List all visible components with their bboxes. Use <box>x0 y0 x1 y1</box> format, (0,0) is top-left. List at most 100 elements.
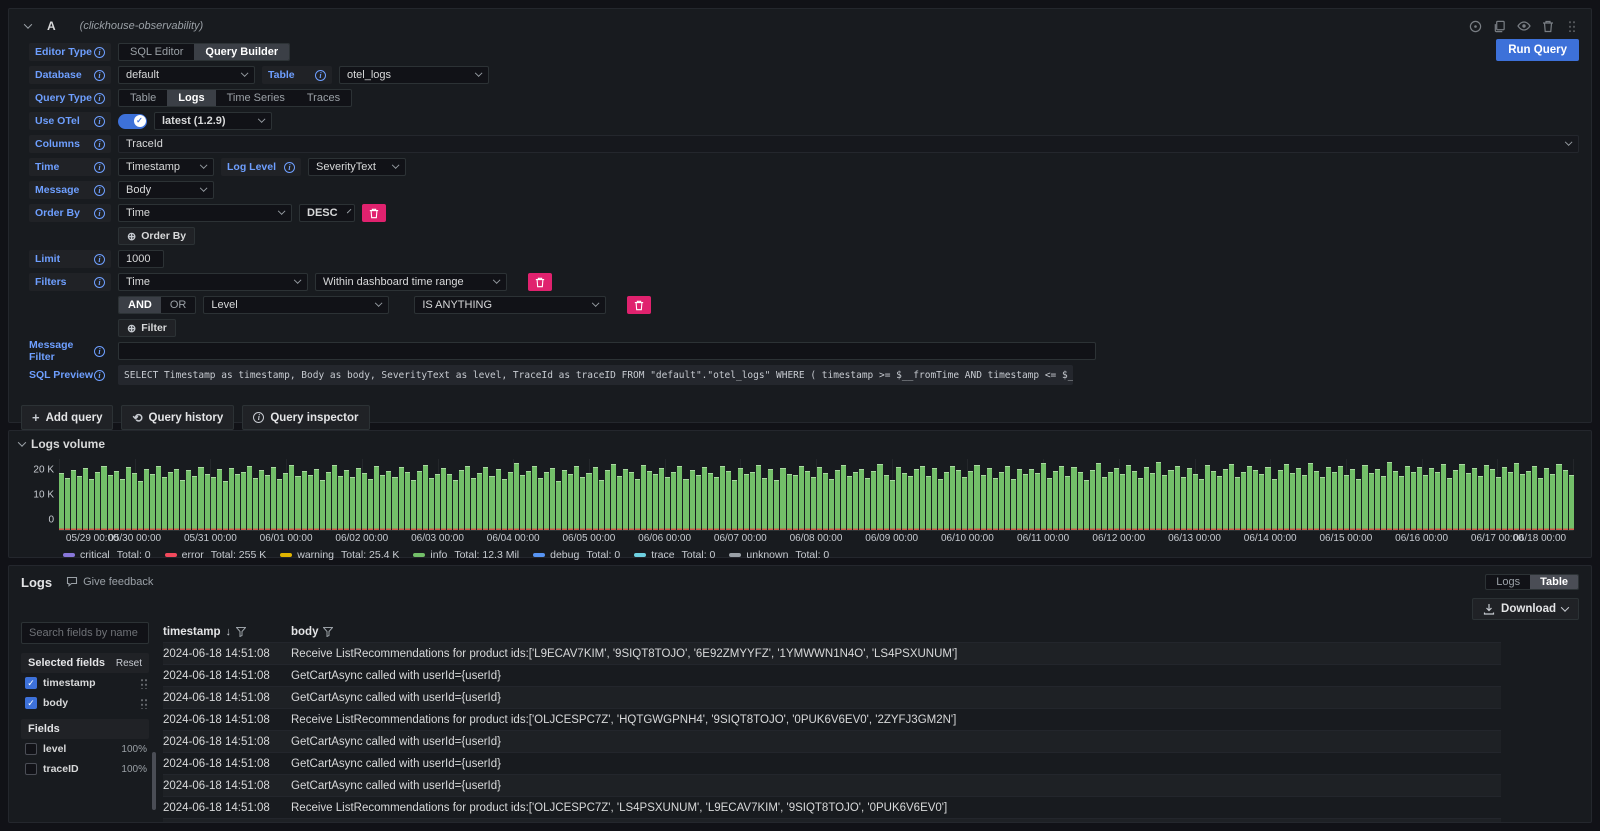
give-feedback-link[interactable]: Give feedback <box>66 576 153 588</box>
sort-desc-icon[interactable]: ↓ <box>226 626 232 638</box>
drag-handle-icon[interactable] <box>140 698 147 709</box>
view-logs-option[interactable]: Logs <box>1486 575 1530 589</box>
legend-item-debug[interactable]: debugTotal: 0 <box>533 549 620 561</box>
table-row[interactable]: 2024-06-18 14:51:08GetCartAsync called w… <box>163 686 1501 708</box>
x-axis-tick: 06/14 00:00 <box>1244 533 1297 544</box>
info-icon[interactable]: i <box>94 185 105 196</box>
table-row[interactable]: 2024-06-18 14:51:08GetCartAsync called w… <box>163 730 1501 752</box>
volume-bar <box>902 473 907 530</box>
info-icon[interactable]: i <box>94 47 105 58</box>
query-type-table-option[interactable]: Table <box>119 90 167 106</box>
field-name[interactable]: timestamp <box>43 677 96 689</box>
remove-filter1-button[interactable] <box>528 273 552 291</box>
legend-item-trace[interactable]: traceTotal: 0 <box>634 549 715 561</box>
checkbox-checked[interactable]: ✓ <box>25 697 37 709</box>
legend-item-info[interactable]: infoTotal: 12.3 Mil <box>413 549 519 561</box>
add-query-button[interactable]: + Add query <box>21 405 113 430</box>
field-name[interactable]: body <box>43 697 68 709</box>
legend-item-warning[interactable]: warningTotal: 25.4 K <box>280 549 399 561</box>
legend-item-critical[interactable]: criticalTotal: 0 <box>63 549 151 561</box>
or-option[interactable]: OR <box>161 297 196 313</box>
legend-item-unknown[interactable]: unknownTotal: 0 <box>729 549 829 561</box>
view-table-option[interactable]: Table <box>1530 575 1578 589</box>
logs-volume-header[interactable]: Logs volume <box>19 435 1581 453</box>
volume-bar <box>168 472 173 530</box>
copy-icon[interactable] <box>1492 19 1507 34</box>
filter1-operator-select[interactable]: Within dashboard time range <box>315 273 507 291</box>
query-type-traces-option[interactable]: Traces <box>296 90 351 106</box>
filter1-field-select[interactable]: Time <box>118 273 308 291</box>
info-icon[interactable]: i <box>94 370 105 381</box>
use-otel-toggle[interactable]: ✓ <box>118 114 147 129</box>
otel-version-select[interactable]: latest (1.2.9) <box>154 112 272 130</box>
table-row[interactable]: 2024-06-18 14:51:08Receive ListRecommend… <box>163 796 1501 818</box>
query-row-header[interactable]: A (clickhouse-observability) <box>21 15 1579 37</box>
checkbox-checked[interactable]: ✓ <box>25 677 37 689</box>
remove-filter2-button[interactable] <box>627 296 651 314</box>
info-circle-icon[interactable] <box>1468 19 1483 34</box>
eye-icon[interactable] <box>1516 19 1531 34</box>
table-row[interactable]: 2024-06-18 14:51:08GetCartAsync called w… <box>163 664 1501 686</box>
search-fields-input[interactable] <box>21 622 149 644</box>
query-builder-option[interactable]: Query Builder <box>194 44 289 60</box>
filter2-field-select[interactable]: Level <box>203 296 389 314</box>
table-row[interactable]: 2024-06-18 14:51:08Receive ListRecommend… <box>163 642 1501 664</box>
query-inspector-button[interactable]: i Query inspector <box>242 405 369 430</box>
logs-volume-chart[interactable]: 0 10 K 20 K <box>59 459 1573 531</box>
add-order-by-button[interactable]: ⊕ Order By <box>118 227 195 245</box>
table-row[interactable]: 2024-06-18 14:51:08GetCartAsync called w… <box>163 774 1501 796</box>
limit-input[interactable] <box>118 250 164 268</box>
info-icon[interactable]: i <box>94 139 105 150</box>
download-button[interactable]: Download <box>1472 598 1579 620</box>
info-icon[interactable]: i <box>94 93 105 104</box>
info-icon[interactable]: i <box>284 162 295 173</box>
and-option[interactable]: AND <box>119 297 161 313</box>
trash-icon[interactable] <box>1540 19 1555 34</box>
filter2-operator-select[interactable]: IS ANYTHING <box>414 296 606 314</box>
query-history-button[interactable]: ⟲ Query history <box>121 405 234 430</box>
info-icon[interactable]: i <box>94 162 105 173</box>
add-filter-button[interactable]: ⊕ Filter <box>118 319 176 337</box>
table-row[interactable]: 2024-06-18 14:51:08GetCartAsync called w… <box>163 752 1501 774</box>
drag-handle-icon[interactable] <box>1564 19 1579 34</box>
sql-editor-option[interactable]: SQL Editor <box>119 44 194 60</box>
field-name[interactable]: level <box>43 743 66 755</box>
body-column-header[interactable]: body <box>291 626 1501 638</box>
query-type-timeseries-option[interactable]: Time Series <box>216 90 296 106</box>
query-type-logs-option[interactable]: Logs <box>167 90 215 106</box>
remove-order-by-button[interactable] <box>362 204 386 222</box>
info-icon[interactable]: i <box>94 254 105 265</box>
volume-bar <box>338 476 343 530</box>
time-column-select[interactable]: Timestamp <box>118 158 214 176</box>
message-filter-input[interactable] <box>118 342 1096 360</box>
columns-multiselect[interactable]: TraceId <box>118 135 1579 153</box>
info-icon[interactable]: i <box>94 346 105 357</box>
filter-funnel-icon[interactable] <box>323 627 333 637</box>
checkbox-unchecked[interactable] <box>25 743 37 755</box>
order-by-field-select[interactable]: Time <box>118 204 292 222</box>
field-name[interactable]: traceID <box>43 763 79 775</box>
log-level-column-select[interactable]: SeverityText <box>308 158 406 176</box>
collapse-chevron-icon[interactable] <box>24 20 32 28</box>
legend-swatch <box>63 553 75 557</box>
database-select[interactable]: default <box>118 66 255 84</box>
run-query-button[interactable]: Run Query <box>1496 39 1579 61</box>
timestamp-column-header[interactable]: timestamp ↓ <box>163 626 291 638</box>
sidebar-scrollbar[interactable] <box>152 752 156 810</box>
table-select[interactable]: otel_logs <box>339 66 489 84</box>
legend-item-error[interactable]: errorTotal: 255 K <box>165 549 267 561</box>
info-icon[interactable]: i <box>94 116 105 127</box>
table-row[interactable]: 2024-06-18 14:51:08Receive ListRecommend… <box>163 708 1501 730</box>
checkbox-unchecked[interactable] <box>25 763 37 775</box>
info-icon[interactable]: i <box>315 70 326 81</box>
reset-fields-button[interactable]: Reset <box>116 658 142 669</box>
info-icon[interactable]: i <box>94 277 105 288</box>
collapse-chevron-icon[interactable] <box>18 438 26 446</box>
table-row[interactable]: 2024-06-18 14:51:08Receive ListRecommend… <box>163 818 1501 823</box>
filter-funnel-icon[interactable] <box>236 627 246 637</box>
info-icon[interactable]: i <box>94 70 105 81</box>
drag-handle-icon[interactable] <box>140 678 147 689</box>
message-column-select[interactable]: Body <box>118 181 214 199</box>
order-by-direction-select[interactable]: DESC <box>299 204 355 222</box>
info-icon[interactable]: i <box>94 208 105 219</box>
